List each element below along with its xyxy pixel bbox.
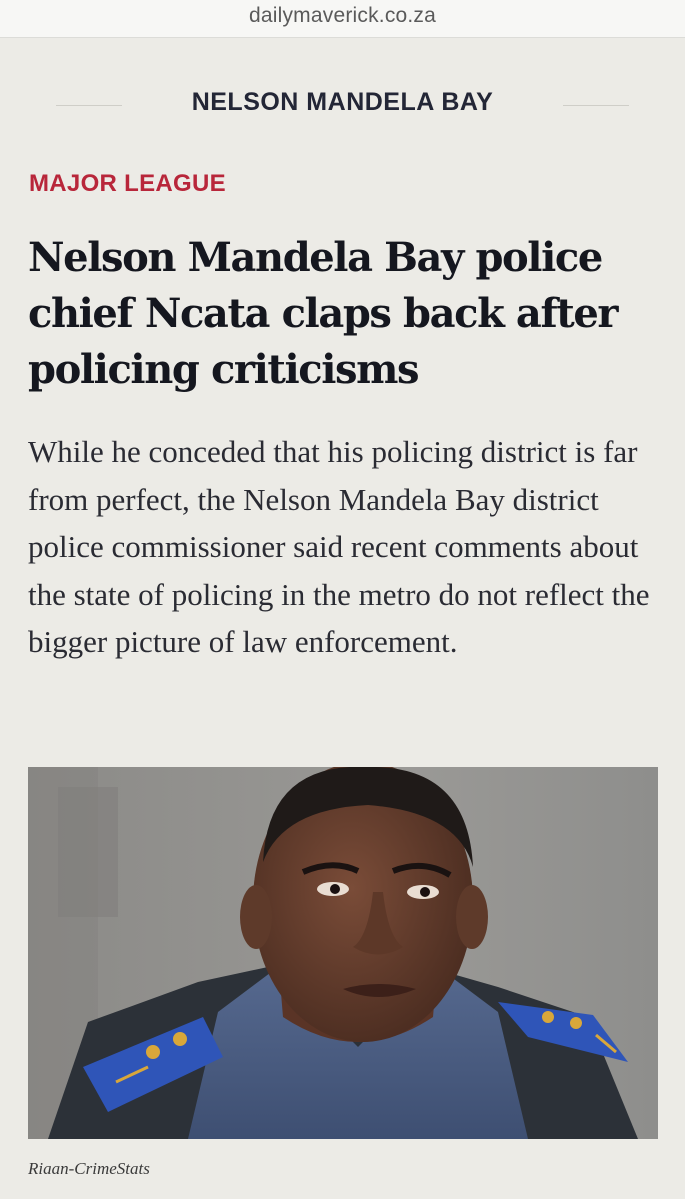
section-rule-right [563,105,629,106]
browser-url-bar[interactable]: dailymaverick.co.za [0,0,685,38]
article-headline[interactable]: Nelson Mandela Bay police chief Ncata cl… [28,230,658,398]
article-photo[interactable] [28,767,658,1139]
photo-credit: Riaan-CrimeStats [28,1159,150,1178]
article-kicker[interactable]: MAJOR LEAGUE [29,170,226,198]
portrait-illustration [28,767,658,1139]
section-header: NELSON MANDELA BAY [0,86,685,126]
article-summary: While he conceded that his policing dist… [28,434,650,659]
section-title[interactable]: NELSON MANDELA BAY [0,88,685,117]
url-text: dailymaverick.co.za [248,3,437,27]
